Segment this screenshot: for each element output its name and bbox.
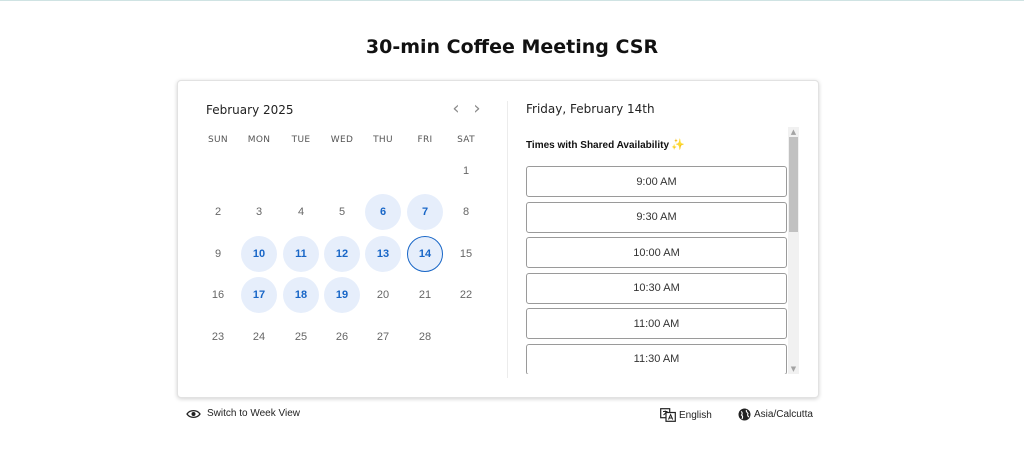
weekday-header: WED (330, 135, 354, 145)
language-selector[interactable]: English (660, 408, 712, 422)
calendar-day: 28 (418, 331, 432, 343)
time-slot-button[interactable]: 11:00 AM (526, 308, 787, 339)
calendar-day: 27 (376, 331, 390, 343)
language-label: English (679, 409, 712, 421)
calendar-day-available[interactable]: 12 (324, 236, 360, 272)
times-panel: Friday, February 14th Times with Shared … (526, 81, 802, 397)
time-slot-button[interactable]: 10:30 AM (526, 272, 787, 304)
calendar-day: 2 (214, 206, 222, 218)
calendar-day-available[interactable]: 10 (241, 236, 277, 272)
calendar-day: 23 (211, 331, 225, 343)
timezone-selector[interactable]: Asia/Calcutta (738, 408, 813, 421)
eye-icon (186, 409, 201, 419)
shared-availability-text: Times with Shared Availability (526, 140, 670, 151)
calendar-day: 15 (459, 248, 473, 260)
chevron-left-icon[interactable]: ‹ (447, 100, 465, 119)
chevron-right-icon[interactable]: › (468, 100, 486, 119)
switch-week-view-button[interactable]: Switch to Week View (186, 408, 300, 419)
calendar-day: 3 (255, 206, 263, 218)
scroll-down-icon[interactable]: ▼ (788, 364, 799, 374)
calendar-day-available[interactable]: 19 (324, 277, 360, 313)
timezone-label: Asia/Calcutta (754, 409, 813, 420)
month-label: February 2025 (206, 103, 294, 117)
top-border (0, 0, 1024, 1)
sparkles-icon: ✨ (671, 139, 685, 151)
calendar-day: 5 (338, 206, 346, 218)
scrollbar-thumb[interactable] (789, 137, 798, 232)
calendar-day: 21 (418, 289, 432, 301)
calendar-day-available[interactable]: 14 (407, 236, 443, 272)
calendar-day: 26 (335, 331, 349, 343)
globe-icon (738, 408, 751, 421)
weekday-header: SUN (208, 135, 228, 145)
calendar-day-available[interactable]: 6 (365, 194, 401, 230)
calendar-day: 16 (211, 289, 225, 301)
calendar-day: 9 (214, 248, 222, 260)
shared-availability-label: Times with Shared Availability ✨ (526, 138, 685, 151)
time-slot-button[interactable]: 11:30 AM (526, 343, 787, 374)
time-slot-button[interactable]: 10:00 AM (526, 237, 787, 268)
time-slot-button[interactable]: 9:30 AM (526, 201, 787, 233)
calendar-day-available[interactable]: 7 (407, 194, 443, 230)
calendar-day-available[interactable]: 11 (283, 236, 319, 272)
time-slot-button[interactable]: 9:00 AM (526, 166, 787, 197)
time-slot-list[interactable]: Times with Shared Availability ✨ ▲ ▼ 9:00… (526, 127, 799, 374)
booking-card: February 2025 ‹ › SUN MON TUE WED THU FRI SAT 1… (177, 80, 819, 398)
calendar-day-available[interactable]: 18 (283, 277, 319, 313)
calendar-day: 8 (462, 206, 470, 218)
translate-icon (660, 408, 676, 422)
calendar-day-available[interactable]: 13 (365, 236, 401, 272)
weekday-header: THU (373, 135, 393, 145)
calendar-day: 1 (462, 165, 470, 177)
weekday-header: TUE (291, 135, 311, 145)
calendar-day: 4 (297, 206, 305, 218)
calendar-day: 24 (252, 331, 266, 343)
page-title: 30-min Coffee Meeting CSR (365, 36, 659, 58)
weekday-header: SAT (457, 135, 475, 145)
calendar-day: 22 (459, 289, 473, 301)
panel-divider (507, 101, 508, 378)
scrollbar[interactable]: ▲ ▼ (788, 127, 799, 374)
selected-date-heading: Friday, February 14th (526, 102, 655, 116)
weekday-header: FRI (417, 135, 433, 145)
calendar-day-available[interactable]: 17 (241, 277, 277, 313)
switch-week-view-label: Switch to Week View (207, 408, 301, 419)
calendar-day: 20 (376, 289, 390, 301)
scroll-up-icon[interactable]: ▲ (788, 127, 799, 137)
calendar-panel: February 2025 ‹ › SUN MON TUE WED THU FRI SAT 1… (178, 81, 508, 397)
weekday-header: MON (247, 135, 271, 145)
calendar-day: 25 (294, 331, 308, 343)
